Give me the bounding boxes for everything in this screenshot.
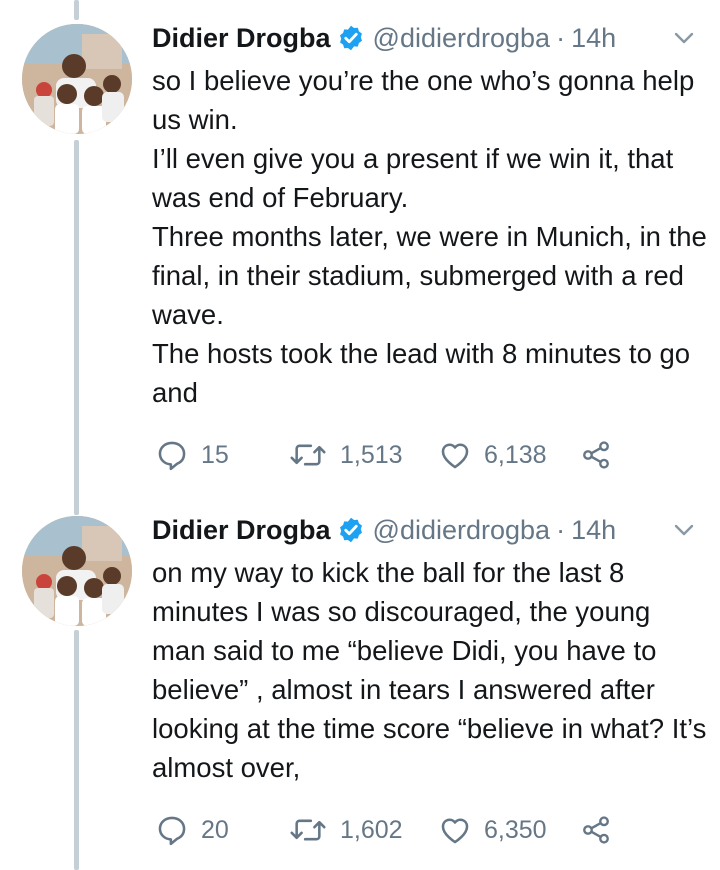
tweet-line: so I believe you’re the one who’s gonna … bbox=[152, 65, 695, 135]
reply-icon bbox=[158, 816, 186, 846]
author-name[interactable]: Didier Drogba bbox=[152, 515, 331, 546]
tweet[interactable]: Didier Drogba @didierdrogba · 14h on my … bbox=[0, 510, 720, 870]
avatar[interactable] bbox=[22, 24, 132, 134]
share-button[interactable] bbox=[580, 810, 624, 850]
share-icon bbox=[583, 816, 609, 844]
tweet[interactable]: Didier Drogba @didierdrogba · 14h so I b… bbox=[0, 18, 720, 488]
chevron-down-icon[interactable] bbox=[670, 26, 698, 50]
author-name[interactable]: Didier Drogba bbox=[152, 23, 331, 54]
tweet-actions: 20 1,602 6,350 bbox=[155, 810, 635, 850]
timestamp[interactable]: 14h bbox=[571, 23, 616, 54]
tweet-line: I’ll even give you a present if we win i… bbox=[152, 143, 674, 213]
share-icon bbox=[583, 441, 609, 469]
timestamp[interactable]: 14h bbox=[571, 515, 616, 546]
tweet-line: Three months later, we were in Munich, i… bbox=[152, 221, 707, 330]
chevron-down-icon[interactable] bbox=[670, 518, 698, 542]
retweet-icon bbox=[290, 444, 326, 466]
separator: · bbox=[556, 22, 566, 53]
retweet-count: 1,513 bbox=[340, 440, 403, 469]
thread-line-top bbox=[74, 0, 79, 20]
retweet-button[interactable]: 1,513 bbox=[288, 435, 403, 475]
tweet-actions: 15 1,513 6,138 bbox=[155, 435, 635, 475]
author-handle[interactable]: @didierdrogba bbox=[373, 515, 551, 546]
tweet-text: on my way to kick the ball for the last … bbox=[152, 553, 707, 787]
like-button[interactable]: 6,138 bbox=[438, 435, 547, 475]
share-button[interactable] bbox=[580, 435, 624, 475]
verified-badge-icon bbox=[337, 516, 365, 544]
reply-count: 20 bbox=[201, 815, 229, 844]
reply-icon bbox=[158, 441, 186, 471]
reply-button[interactable]: 20 bbox=[155, 810, 229, 850]
tweet-line: on my way to kick the ball for the last … bbox=[152, 557, 707, 783]
heart-icon bbox=[441, 818, 469, 844]
author-handle[interactable]: @didierdrogba bbox=[373, 23, 551, 54]
tweet-header: Didier Drogba @didierdrogba · 14h bbox=[152, 510, 616, 550]
tweet-text: so I believe you’re the one who’s gonna … bbox=[152, 61, 707, 412]
retweet-icon bbox=[290, 819, 326, 841]
avatar[interactable] bbox=[22, 516, 132, 626]
tweet-line: The hosts took the lead with 8 minutes t… bbox=[152, 338, 691, 408]
separator: · bbox=[556, 514, 566, 545]
tweet-header: Didier Drogba @didierdrogba · 14h bbox=[152, 18, 616, 58]
retweet-count: 1,602 bbox=[340, 815, 403, 844]
verified-badge-icon bbox=[337, 24, 365, 52]
heart-icon bbox=[441, 443, 469, 469]
reply-count: 15 bbox=[201, 440, 229, 469]
retweet-button[interactable]: 1,602 bbox=[288, 810, 403, 850]
reply-button[interactable]: 15 bbox=[155, 435, 229, 475]
like-count: 6,350 bbox=[484, 815, 547, 844]
like-count: 6,138 bbox=[484, 440, 547, 469]
like-button[interactable]: 6,350 bbox=[438, 810, 547, 850]
